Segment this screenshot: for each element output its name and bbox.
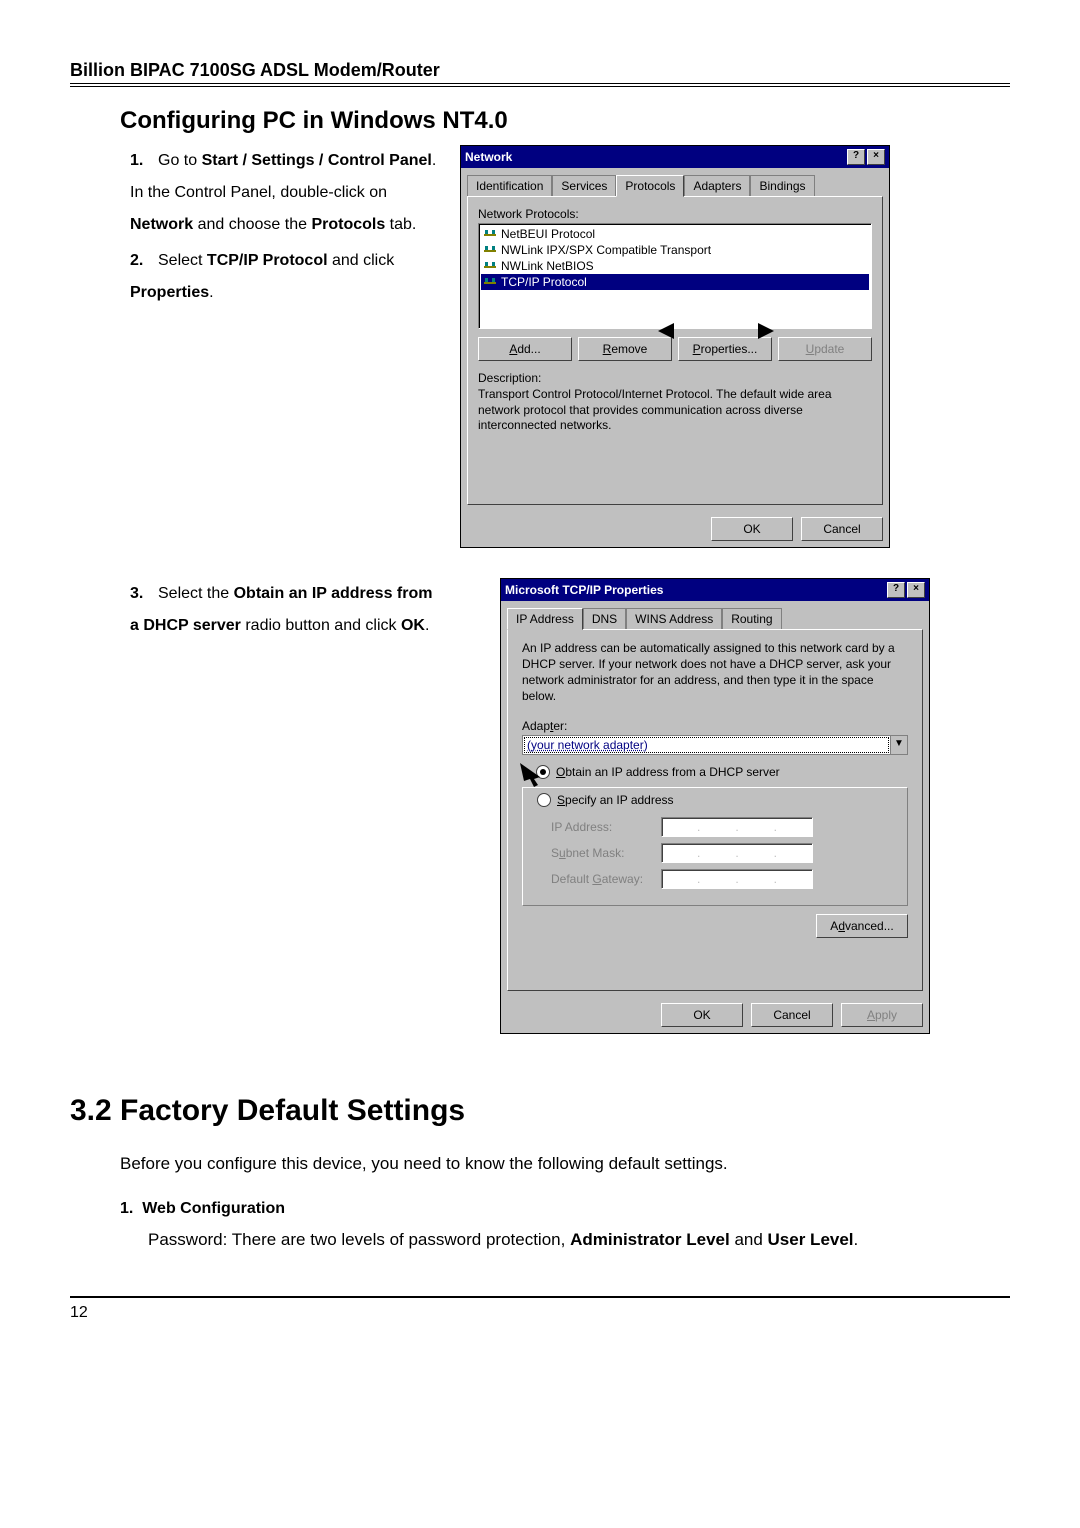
help-icon[interactable]: ? bbox=[847, 149, 865, 165]
tcpip-titlebar: Microsoft TCP/IP Properties ? × bbox=[501, 579, 929, 601]
list-item[interactable]: NetBEUI Protocol bbox=[481, 226, 869, 242]
protocols-list-label: NNetwork Protocols:etwork Protocols: bbox=[478, 207, 872, 221]
tab-adapters[interactable]: Adapters bbox=[684, 175, 750, 197]
tab-services[interactable]: Services bbox=[552, 175, 616, 197]
step-3-text: 3.Select the Obtain an IP address from a… bbox=[130, 578, 440, 642]
web-config-subhead: 1. Web Configuration bbox=[120, 1200, 1010, 1218]
list-item-label: TCP/IP Protocol bbox=[501, 275, 587, 289]
list-item-label: NWLink IPX/SPX Compatible Transport bbox=[501, 243, 711, 257]
tab-protocols[interactable]: Protocols bbox=[616, 175, 684, 197]
default-gateway-label: Default Gateway: bbox=[551, 872, 661, 886]
protocols-listbox[interactable]: NetBEUI Protocol NWLink IPX/SPX Compatib… bbox=[478, 223, 872, 329]
apply-button: Apply bbox=[841, 1003, 923, 1027]
ip-address-label: IP Address: bbox=[551, 820, 661, 834]
protocol-icon bbox=[483, 260, 497, 272]
tcpip-dialog: Microsoft TCP/IP Properties ? × IP Addre… bbox=[500, 578, 930, 1034]
ok-button[interactable]: OK bbox=[711, 517, 793, 541]
subnet-mask-input: ... bbox=[661, 843, 813, 863]
password-text: Password: There are two levels of passwo… bbox=[148, 1224, 1010, 1256]
add-button[interactable]: Add... bbox=[478, 337, 572, 361]
list-item[interactable]: TCP/IP Protocol bbox=[481, 274, 869, 290]
body-intro: Before you configure this device, you ne… bbox=[120, 1148, 1010, 1180]
radio-icon bbox=[537, 793, 551, 807]
network-title-text: Network bbox=[465, 150, 845, 164]
close-icon[interactable]: × bbox=[907, 582, 925, 598]
network-titlebar: Network ? × bbox=[461, 146, 889, 168]
radio-specify-ip[interactable]: Specify an IP address bbox=[533, 793, 678, 807]
info-text: An IP address can be automatically assig… bbox=[522, 640, 908, 705]
update-button: Update bbox=[778, 337, 872, 361]
tab-identification[interactable]: Identification bbox=[467, 175, 552, 197]
protocol-icon bbox=[483, 276, 497, 288]
chevron-down-icon[interactable]: ▼ bbox=[890, 736, 907, 754]
page-footer: 12 bbox=[70, 1296, 1010, 1322]
adapter-combo[interactable]: (your network adapter) ▼ bbox=[522, 735, 908, 755]
cancel-button[interactable]: Cancel bbox=[801, 517, 883, 541]
document-header: Billion BIPAC 7100SG ADSL Modem/Router bbox=[70, 60, 1010, 87]
tab-bindings[interactable]: Bindings bbox=[750, 175, 814, 197]
protocol-icon bbox=[483, 228, 497, 240]
tab-wins[interactable]: WINS Address bbox=[626, 608, 722, 630]
ip-address-input: ... bbox=[661, 817, 813, 837]
ok-button[interactable]: OK bbox=[661, 1003, 743, 1027]
remove-button[interactable]: Remove bbox=[578, 337, 672, 361]
adapter-label: Adapter: bbox=[522, 719, 912, 733]
list-item[interactable]: NWLink IPX/SPX Compatible Transport bbox=[481, 242, 869, 258]
description-label: Description: bbox=[478, 371, 872, 385]
page-number: 12 bbox=[70, 1304, 88, 1321]
radio-obtain-dhcp[interactable]: Obtain an IP address from a DHCP server bbox=[536, 765, 912, 779]
tab-dns[interactable]: DNS bbox=[583, 608, 626, 630]
list-item-label: NWLink NetBIOS bbox=[501, 259, 594, 273]
tcpip-title-text: Microsoft TCP/IP Properties bbox=[505, 583, 885, 597]
network-dialog: Network ? × Identification Services Prot… bbox=[460, 145, 890, 548]
help-icon[interactable]: ? bbox=[887, 582, 905, 598]
close-icon[interactable]: × bbox=[867, 149, 885, 165]
specify-fieldset: Specify an IP address IP Address: ... Su… bbox=[522, 787, 908, 906]
tab-routing[interactable]: Routing bbox=[722, 608, 781, 630]
tcpip-tabs: IP Address DNS WINS Address Routing bbox=[507, 607, 923, 629]
list-item[interactable]: NWLink NetBIOS bbox=[481, 258, 869, 274]
adapter-value[interactable]: (your network adapter) bbox=[523, 736, 890, 754]
factory-defaults-heading: 3.2 Factory Default Settings bbox=[70, 1094, 1010, 1128]
protocol-icon bbox=[483, 244, 497, 256]
properties-button[interactable]: Properties... bbox=[678, 337, 772, 361]
default-gateway-input: ... bbox=[661, 869, 813, 889]
network-tabs: Identification Services Protocols Adapte… bbox=[467, 174, 883, 196]
section-heading: Configuring PC in Windows NT4.0 bbox=[120, 107, 1010, 135]
advanced-button[interactable]: Advanced... bbox=[816, 914, 908, 938]
tab-ipaddress[interactable]: IP Address bbox=[507, 608, 583, 630]
cancel-button[interactable]: Cancel bbox=[751, 1003, 833, 1027]
description-text: Transport Control Protocol/Internet Prot… bbox=[478, 387, 872, 434]
step-2-text: 2.Select TCP/IP Protocol and click Prope… bbox=[130, 245, 440, 309]
list-item-label: NetBEUI Protocol bbox=[501, 227, 595, 241]
radio-icon bbox=[536, 765, 550, 779]
subnet-mask-label: Subnet Mask: bbox=[551, 846, 661, 860]
step-1-text: 1.Go to Start / Settings / Control Panel… bbox=[130, 145, 440, 241]
